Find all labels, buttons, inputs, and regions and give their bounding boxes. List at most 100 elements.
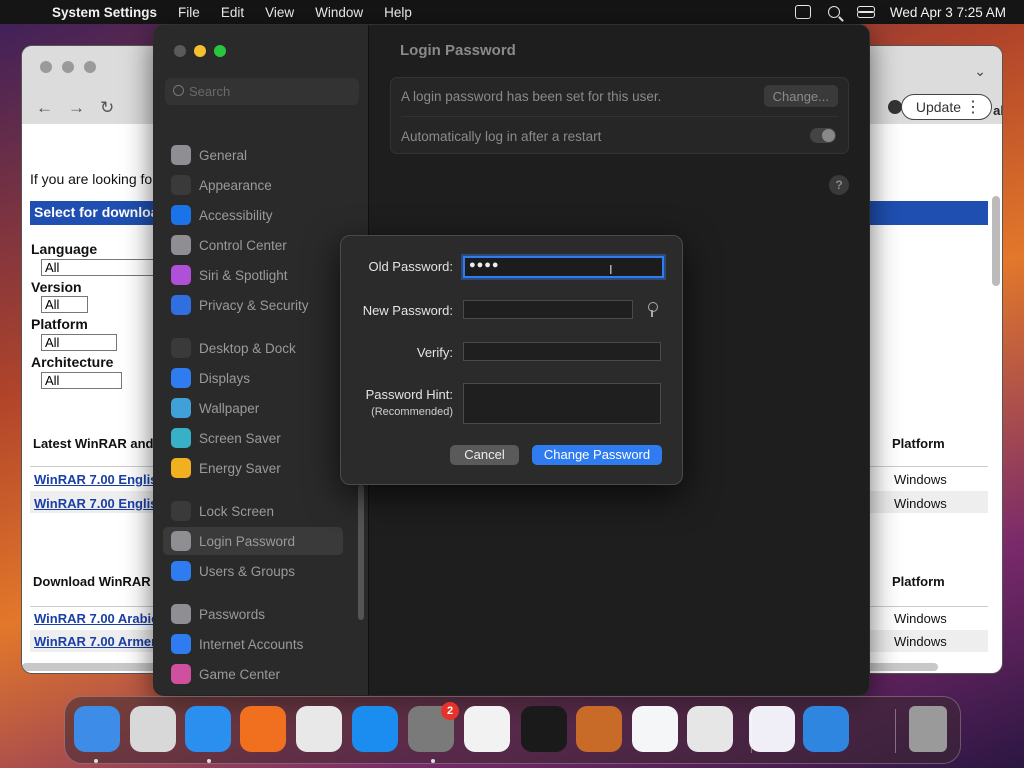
back-arrow-icon[interactable]: ← [36, 98, 53, 118]
dock-separator [751, 709, 752, 753]
sidebar-item-label: Accessibility [199, 207, 273, 223]
download-link[interactable]: WinRAR 7.00 Englis [34, 472, 157, 487]
download-link[interactable]: WinRAR 7.00 Armen [34, 634, 159, 649]
sidebar-item-siri-spotlight[interactable]: Siri & Spotlight [163, 261, 343, 289]
sidebar-item-energy-saver[interactable]: Energy Saver [163, 454, 343, 482]
sidebar-item-accessibility[interactable]: Accessibility [163, 201, 343, 229]
search-icon [173, 85, 184, 96]
sidebar-item-label: Appearance [199, 177, 272, 193]
chrome-icon[interactable] [296, 706, 342, 752]
platform-label: Platform [31, 316, 88, 332]
textedit-icon[interactable] [464, 706, 510, 752]
firefox-icon[interactable] [240, 706, 286, 752]
sidebar-item-game-center[interactable]: Game Center [163, 660, 343, 688]
dock-icon [171, 338, 191, 358]
version-select[interactable]: All [41, 296, 88, 313]
sidebar-item-lock-screen[interactable]: Lock Screen [163, 497, 343, 525]
old-password-field[interactable]: ●●●● [463, 256, 664, 278]
verify-label: Verify: [416, 345, 453, 360]
cancel-button[interactable]: Cancel [450, 445, 519, 465]
key-icon [171, 604, 191, 624]
energy-icon [171, 458, 191, 478]
wallpaper-icon [171, 398, 191, 418]
sidebar-item-desktop-dock[interactable]: Desktop & Dock [163, 334, 343, 362]
control-center-icon[interactable] [856, 6, 875, 18]
menu-file[interactable]: File [178, 5, 200, 20]
update-button[interactable]: Update [900, 94, 992, 120]
app-store-icon[interactable] [352, 706, 398, 752]
accessibility-icon [171, 205, 191, 225]
change-password-submit-button[interactable]: Change Password [532, 445, 662, 465]
auto-login-toggle[interactable] [810, 128, 836, 143]
trash-icon[interactable] [909, 706, 947, 752]
sidebar-item-wallpaper[interactable]: Wallpaper [163, 394, 343, 422]
menu-clock[interactable]: Wed Apr 3 7:25 AM [890, 5, 1006, 20]
settings-search-input[interactable]: Search [165, 78, 359, 105]
text-cursor-icon: I [609, 262, 613, 277]
zoom-window-icon[interactable] [214, 45, 226, 57]
sidebar-item-general[interactable]: General [163, 141, 343, 169]
finder-icon[interactable] [74, 706, 120, 752]
spotlight-search-icon[interactable] [827, 6, 840, 18]
menu-help[interactable]: Help [384, 5, 412, 20]
new-password-label: New Password: [362, 303, 453, 318]
vscode-icon[interactable] [632, 706, 678, 752]
download-link[interactable]: WinRAR 7.00 Englis [34, 496, 157, 511]
safari-icon[interactable] [185, 706, 231, 752]
verify-password-field[interactable] [463, 342, 661, 361]
browser-traffic-lights [40, 61, 96, 73]
sidebar-item-users-groups[interactable]: Users & Groups [163, 557, 343, 585]
platform-cell: Windows [894, 634, 947, 649]
menu-app-name[interactable]: System Settings [52, 5, 157, 20]
sidebar-item-label: Screen Saver [199, 430, 281, 446]
password-hint-field[interactable] [463, 383, 661, 424]
password-assistant-key-icon[interactable] [647, 302, 658, 317]
roblox-icon[interactable] [687, 706, 733, 752]
reload-icon[interactable]: ↻ [100, 98, 114, 118]
platform-select[interactable]: All [41, 334, 117, 351]
close-window-icon[interactable] [174, 45, 186, 57]
running-indicator [431, 759, 435, 763]
profile-icon[interactable] [888, 100, 902, 114]
menu-view[interactable]: View [265, 5, 294, 20]
vertical-scrollbar[interactable] [992, 196, 1000, 286]
sidebar-item-displays[interactable]: Displays [163, 364, 343, 392]
forward-arrow-icon[interactable]: → [68, 98, 85, 118]
help-button[interactable]: ? [829, 175, 849, 195]
notification-badge: 2 [441, 702, 459, 720]
sidebar-item-label: Login Password [199, 533, 296, 549]
siri-icon [171, 265, 191, 285]
weather-icon[interactable] [803, 706, 849, 752]
sidebar-item-label: Wallpaper [199, 400, 260, 416]
sidebar-scrollbar[interactable] [358, 485, 364, 620]
chevron-down-icon[interactable]: ⌄ [974, 63, 986, 80]
architecture-select[interactable]: All [41, 372, 122, 389]
language-select[interactable]: All [41, 259, 156, 276]
platform-cell: Windows [894, 472, 947, 487]
sidebar-item-privacy-security[interactable]: Privacy & Security [163, 291, 343, 319]
download-link[interactable]: WinRAR 7.00 Arabic [34, 611, 158, 626]
gear-icon [171, 145, 191, 165]
new-password-field[interactable] [463, 300, 633, 319]
appearance-icon [171, 175, 191, 195]
terminal-icon[interactable] [521, 706, 567, 752]
latest-heading: Latest WinRAR and [33, 436, 154, 451]
launchpad-icon[interactable] [130, 706, 176, 752]
lock-icon [171, 501, 191, 521]
change-password-button[interactable]: Change... [763, 85, 838, 107]
sidebar-item-passwords[interactable]: Passwords [163, 600, 343, 628]
sidebar-item-internet-accounts[interactable]: Internet Accounts [163, 630, 343, 658]
sidebar-item-screen-saver[interactable]: Screen Saver [163, 424, 343, 452]
menu-window[interactable]: Window [315, 5, 363, 20]
sidebar-item-label: Passwords [199, 606, 266, 622]
sidebar-item-login-password[interactable]: Login Password [163, 527, 343, 555]
sidebar-item-control-center[interactable]: Control Center [163, 231, 343, 259]
screen-mirroring-icon[interactable] [794, 5, 811, 19]
minimize-window-icon[interactable] [194, 45, 206, 57]
visual-studio-icon[interactable] [749, 706, 795, 752]
sidebar-item-appearance[interactable]: Appearance [163, 171, 343, 199]
garageband-icon[interactable] [576, 706, 622, 752]
menu-edit[interactable]: Edit [221, 5, 244, 20]
intro-text: If you are looking fo [30, 171, 153, 187]
page-title: Login Password [400, 42, 516, 59]
